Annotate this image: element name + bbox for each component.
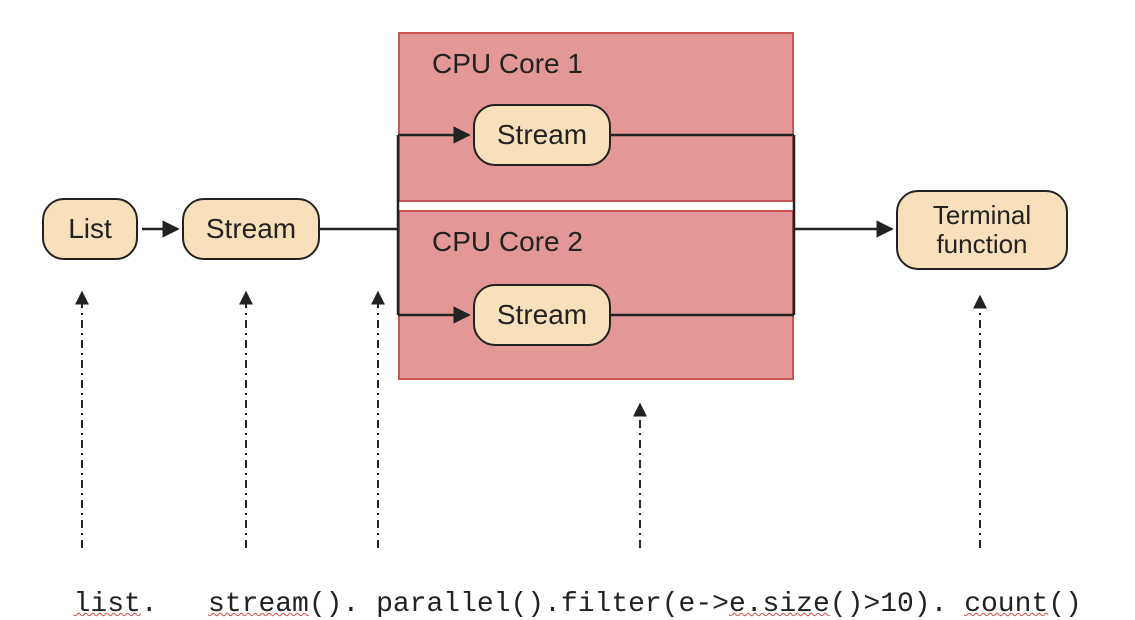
stream-node-label: Stream <box>206 214 296 245</box>
terminal-node-label: Terminal function <box>906 201 1058 258</box>
stream-node-core1-label: Stream <box>497 120 587 151</box>
code-token-count: count <box>964 589 1048 620</box>
code-token-end: () <box>1048 589 1082 620</box>
code-token-dot1: . <box>141 589 175 620</box>
stream-node: Stream <box>182 198 320 260</box>
code-token-list: list <box>74 589 141 620</box>
code-token-mid: (). parallel().filter(e-> <box>309 589 729 620</box>
list-node: List <box>42 198 138 260</box>
code-token-esize: e.size <box>729 589 830 620</box>
stream-node-core2-label: Stream <box>497 300 587 331</box>
list-node-label: List <box>68 214 112 245</box>
terminal-node: Terminal function <box>896 190 1068 270</box>
stream-node-core1: Stream <box>473 104 611 166</box>
code-expression: list. stream(). parallel().filter(e->e.s… <box>40 558 1082 620</box>
stream-node-core2: Stream <box>473 284 611 346</box>
cpu-core-1-label: CPU Core 1 <box>432 48 583 80</box>
code-token-gt: ()>10). <box>830 589 964 620</box>
cpu-core-2-label: CPU Core 2 <box>432 226 583 258</box>
code-token-stream: stream <box>208 589 309 620</box>
